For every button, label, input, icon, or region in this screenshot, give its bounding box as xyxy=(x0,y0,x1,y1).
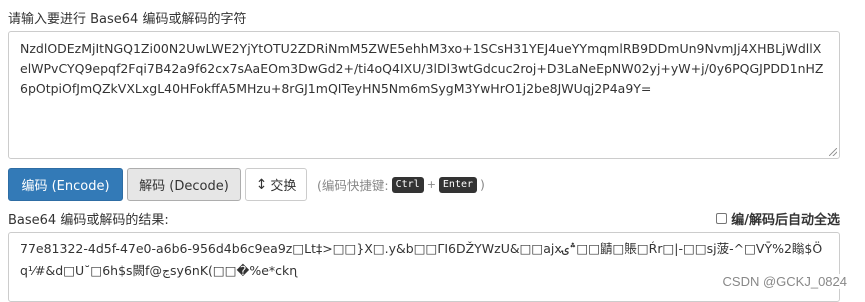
swap-button-label: 交换 xyxy=(270,179,297,194)
input-textarea[interactable]: NzdlODEzMjItNGQ1Zi00N2UwLWE2YjYtOTU2ZDRi… xyxy=(8,31,840,159)
action-toolbar: 编码 (Encode) 解码 (Decode) ↕ 交换 (编码快捷键: Ctr… xyxy=(8,168,485,201)
key-plus: + xyxy=(426,178,436,191)
result-label: Base64 编码或解码的结果: xyxy=(8,213,169,228)
swap-arrows-icon: ↕ xyxy=(255,176,268,193)
output-text: 77e81322-4d5f-47e0-a6b6-956d4b6c9ea9z□Lt… xyxy=(20,241,823,278)
decode-button[interactable]: 解码 (Decode) xyxy=(127,168,241,201)
shortcut-prefix: (编码快捷键: xyxy=(317,178,389,193)
output-textarea[interactable]: 77e81322-4d5f-47e0-a6b6-956d4b6c9ea9z□Lt… xyxy=(8,232,840,302)
encode-button[interactable]: 编码 (Encode) xyxy=(8,168,123,201)
swap-button[interactable]: ↕ 交换 xyxy=(245,168,307,201)
enter-key-badge: Enter xyxy=(438,176,478,193)
shortcut-hint: (编码快捷键: Ctrl + Enter ) xyxy=(317,175,485,194)
input-text: NzdlODEzMjItNGQ1Zi00N2UwLWE2YjYtOTU2ZDRi… xyxy=(20,41,824,96)
shortcut-suffix: ) xyxy=(480,177,485,192)
auto-select-checkbox[interactable] xyxy=(716,213,728,224)
ctrl-key-badge: Ctrl xyxy=(391,176,424,193)
auto-select-toggle[interactable]: 编/解码后自动全选 xyxy=(716,209,840,228)
input-label: 请输入要进行 Base64 编码或解码的字符 xyxy=(8,12,247,27)
resize-handle[interactable] xyxy=(829,148,837,156)
watermark: CSDN @GCKJ_0824 xyxy=(720,274,849,289)
auto-select-label: 编/解码后自动全选 xyxy=(731,213,840,228)
